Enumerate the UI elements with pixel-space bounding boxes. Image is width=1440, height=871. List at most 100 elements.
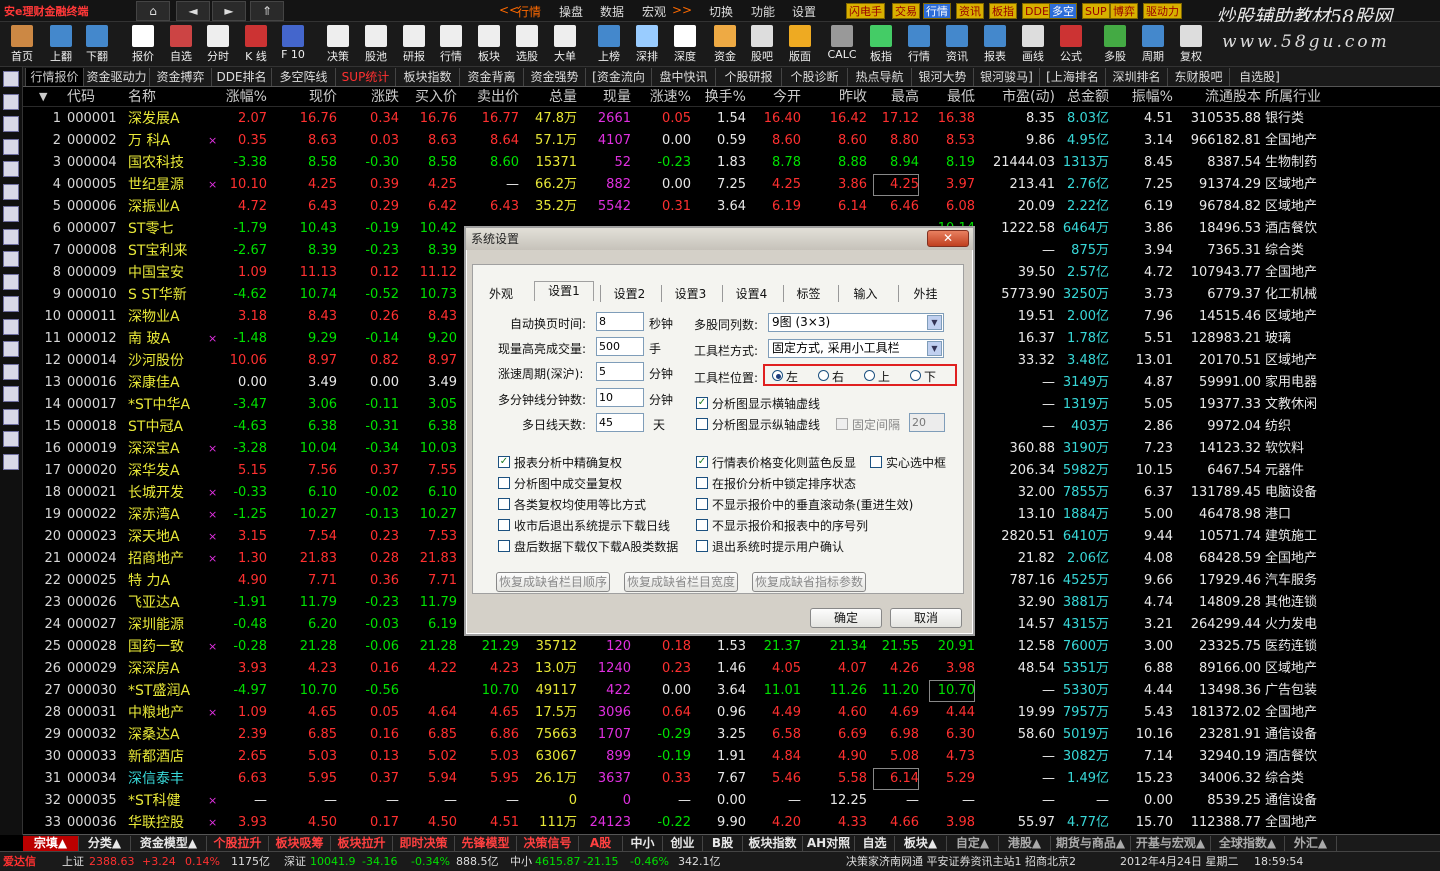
toolbar-button-30[interactable]: 复权 bbox=[1172, 24, 1210, 66]
toolbar-button-16[interactable]: 深排 bbox=[628, 24, 666, 66]
toolbar-button-0[interactable]: 首页 bbox=[3, 24, 41, 66]
tab-labels[interactable]: 标签 bbox=[783, 285, 833, 302]
toolbar-pos-bottom-radio[interactable] bbox=[910, 370, 921, 381]
left-option-checkbox-3[interactable] bbox=[498, 519, 510, 531]
table-row[interactable]: 28 000031 中粮地产 × 1.09 4.65 0.05 4.64 4.65 17.5万 30… bbox=[23, 702, 1440, 724]
bottom-tab-22[interactable]: 外汇▲ bbox=[1285, 836, 1337, 851]
restore-order-button[interactable]: 恢复成缺省栏目顺序 bbox=[496, 572, 610, 592]
toolbar-button-18[interactable]: 资金 bbox=[706, 24, 744, 66]
right-option-checkbox-2[interactable] bbox=[696, 498, 708, 510]
bottom-tab-13[interactable]: 板块指数 bbox=[743, 836, 803, 851]
toolbar-button-7[interactable]: F 10 bbox=[274, 24, 312, 66]
left-option-checkbox-1[interactable] bbox=[498, 477, 510, 489]
left-option-checkbox-4[interactable] bbox=[498, 540, 510, 552]
toolbar-button-3[interactable]: 报价 bbox=[124, 24, 162, 66]
tab-input[interactable]: 输入 bbox=[838, 285, 892, 302]
tab-13[interactable]: 热点导航 bbox=[847, 68, 911, 86]
column-header-5[interactable]: 买入价 bbox=[401, 87, 457, 107]
alert-label[interactable]: 爱达信 bbox=[3, 853, 36, 871]
tab-3[interactable]: DDE排名 bbox=[211, 68, 271, 86]
bottom-tab-9[interactable]: A股 bbox=[579, 836, 623, 851]
toolbar-button-5[interactable]: 分时 bbox=[199, 24, 237, 66]
bottom-tab-14[interactable]: AH对照 bbox=[803, 836, 855, 851]
table-row[interactable]: 3 000004 国农科技 -3.38 8.58 -0.30 8.58 8.60 15371 52… bbox=[23, 152, 1440, 174]
column-header-4[interactable]: 涨跌 bbox=[353, 87, 399, 107]
toolbar-button-25[interactable]: 报表 bbox=[976, 24, 1014, 66]
tab-19[interactable]: 自选股] bbox=[1229, 68, 1289, 86]
toolbar-button-10[interactable]: 研报 bbox=[395, 24, 433, 66]
toolbar-button-4[interactable]: 自选 bbox=[162, 24, 200, 66]
side-tool-icon-15[interactable] bbox=[3, 408, 19, 425]
side-tool-icon-12[interactable] bbox=[3, 341, 19, 357]
side-tool-icon-9[interactable] bbox=[3, 273, 19, 290]
tab-18[interactable]: 东财股吧 bbox=[1167, 68, 1229, 86]
column-header-13[interactable]: 最高 bbox=[873, 87, 919, 107]
menu-quotes[interactable]: 行情 bbox=[517, 3, 541, 20]
table-row[interactable]: 26 000029 深深房A 3.93 4.23 0.16 4.22 4.23 13.0万 124… bbox=[23, 658, 1440, 680]
tab-17[interactable]: 深圳排名 bbox=[1105, 68, 1167, 86]
table-row[interactable]: 31 000034 深信泰丰 6.63 5.95 0.37 5.94 5.95 26.1万 363… bbox=[23, 768, 1440, 790]
bottom-tab-6[interactable]: 即时决策 bbox=[393, 836, 455, 851]
table-row[interactable]: 32 000035 *ST科健 × — — — — —0 0—0.00—12.25— — — —0.00… bbox=[23, 790, 1440, 812]
tab-settings3[interactable]: 设置3 bbox=[661, 285, 719, 302]
tab-16[interactable]: [上海排名 bbox=[1039, 68, 1105, 86]
tab-15[interactable]: 银河骏马] bbox=[973, 68, 1039, 86]
tab-6[interactable]: 板块指数 bbox=[395, 68, 459, 86]
column-header-18[interactable]: 流通股本 bbox=[1171, 87, 1261, 107]
fixed-interval-input[interactable]: 20 bbox=[909, 413, 945, 432]
column-header-7[interactable]: 总量 bbox=[523, 87, 577, 107]
dialog-close-button[interactable]: ✕ bbox=[927, 230, 969, 247]
toolbar-button-12[interactable]: 板块 bbox=[470, 24, 508, 66]
side-tool-icon-2[interactable] bbox=[3, 116, 19, 132]
toolbar-button-28[interactable]: 多股 bbox=[1096, 24, 1134, 66]
side-tool-icon-0[interactable] bbox=[3, 71, 19, 87]
multi-minute-input[interactable]: 10 bbox=[596, 388, 644, 407]
bottom-tab-16[interactable]: 板块▲ bbox=[895, 836, 947, 851]
right-option-checkbox-0[interactable]: ✓ bbox=[696, 456, 708, 468]
bottom-tab-7[interactable]: 先锋模型 bbox=[455, 836, 517, 851]
tab-8[interactable]: 资金强势 bbox=[523, 68, 585, 86]
fixed-interval-checkbox[interactable] bbox=[836, 418, 848, 430]
restore-width-button[interactable]: 恢复成缺省栏目宽度 bbox=[624, 572, 738, 592]
column-header-14[interactable]: 最低 bbox=[929, 87, 975, 107]
menu-data[interactable]: 数据 bbox=[600, 3, 624, 20]
toolbar-button-15[interactable]: 上榜 bbox=[590, 24, 628, 66]
tab-7[interactable]: 资金背离 bbox=[459, 68, 523, 86]
column-header-12[interactable]: 昨收 bbox=[811, 87, 867, 107]
toolbar-button-26[interactable]: 画线 bbox=[1014, 24, 1052, 66]
game-button[interactable]: 博弈 bbox=[1110, 3, 1138, 19]
side-tool-icon-6[interactable] bbox=[3, 206, 19, 222]
table-row[interactable]: 29 000032 深桑达A 2.39 6.85 0.16 6.85 6.86 75663 170… bbox=[23, 724, 1440, 746]
column-header-2[interactable]: 涨幅% bbox=[219, 87, 267, 107]
quotes-button[interactable]: 行情 bbox=[923, 3, 951, 19]
tab-4[interactable]: 多空阵线 bbox=[271, 68, 335, 86]
bottom-tab-0[interactable]: 宗填▲ bbox=[23, 836, 79, 851]
solid-cursor-checkbox[interactable] bbox=[870, 456, 882, 468]
menu-macro[interactable]: 宏观 bbox=[642, 3, 666, 20]
table-row[interactable]: 30 000033 新都酒店 2.65 5.03 0.13 5.02 5.03 63067 899… bbox=[23, 746, 1440, 768]
column-header-17[interactable]: 振幅% bbox=[1117, 87, 1173, 107]
restore-params-button[interactable]: 恢复成缺省指标参数 bbox=[752, 572, 866, 592]
menu-switch[interactable]: 切换 bbox=[709, 3, 733, 20]
home-nav-icon[interactable]: ⌂ bbox=[136, 1, 170, 21]
bottom-tab-10[interactable]: 中小 bbox=[623, 836, 663, 851]
side-tool-icon-1[interactable] bbox=[3, 93, 19, 110]
long-short-button[interactable]: 多空 bbox=[1049, 3, 1077, 19]
toolbar-button-9[interactable]: 股池 bbox=[357, 24, 395, 66]
table-row[interactable]: 2 000002 万 科A × 0.35 8.63 0.03 8.63 8.64 57.1万 410… bbox=[23, 130, 1440, 152]
menu-functions[interactable]: 功能 bbox=[751, 3, 775, 20]
tab-1[interactable]: 资金驱动力 bbox=[83, 68, 149, 86]
toolbar-button-2[interactable]: 下翻 bbox=[78, 24, 116, 66]
tab-11[interactable]: 个股研报 bbox=[715, 68, 781, 86]
bottom-tab-3[interactable]: 个股拉升 bbox=[207, 836, 269, 851]
tab-10[interactable]: 盘中快讯 bbox=[651, 68, 715, 86]
column-header-1[interactable]: 名称 bbox=[128, 87, 208, 107]
tab-14[interactable]: 银河大势 bbox=[911, 68, 973, 86]
sort-indicator-icon[interactable]: ▼ bbox=[39, 87, 47, 107]
tab-plugins[interactable]: 外挂 bbox=[898, 285, 952, 302]
side-tool-icon-4[interactable] bbox=[3, 161, 19, 177]
right-option-checkbox-1[interactable] bbox=[696, 477, 708, 489]
flash-trade-button[interactable]: 闪电手 bbox=[846, 3, 885, 19]
bottom-tab-19[interactable]: 期货与商品▲ bbox=[1051, 836, 1131, 851]
side-tool-icon-13[interactable] bbox=[3, 363, 19, 380]
